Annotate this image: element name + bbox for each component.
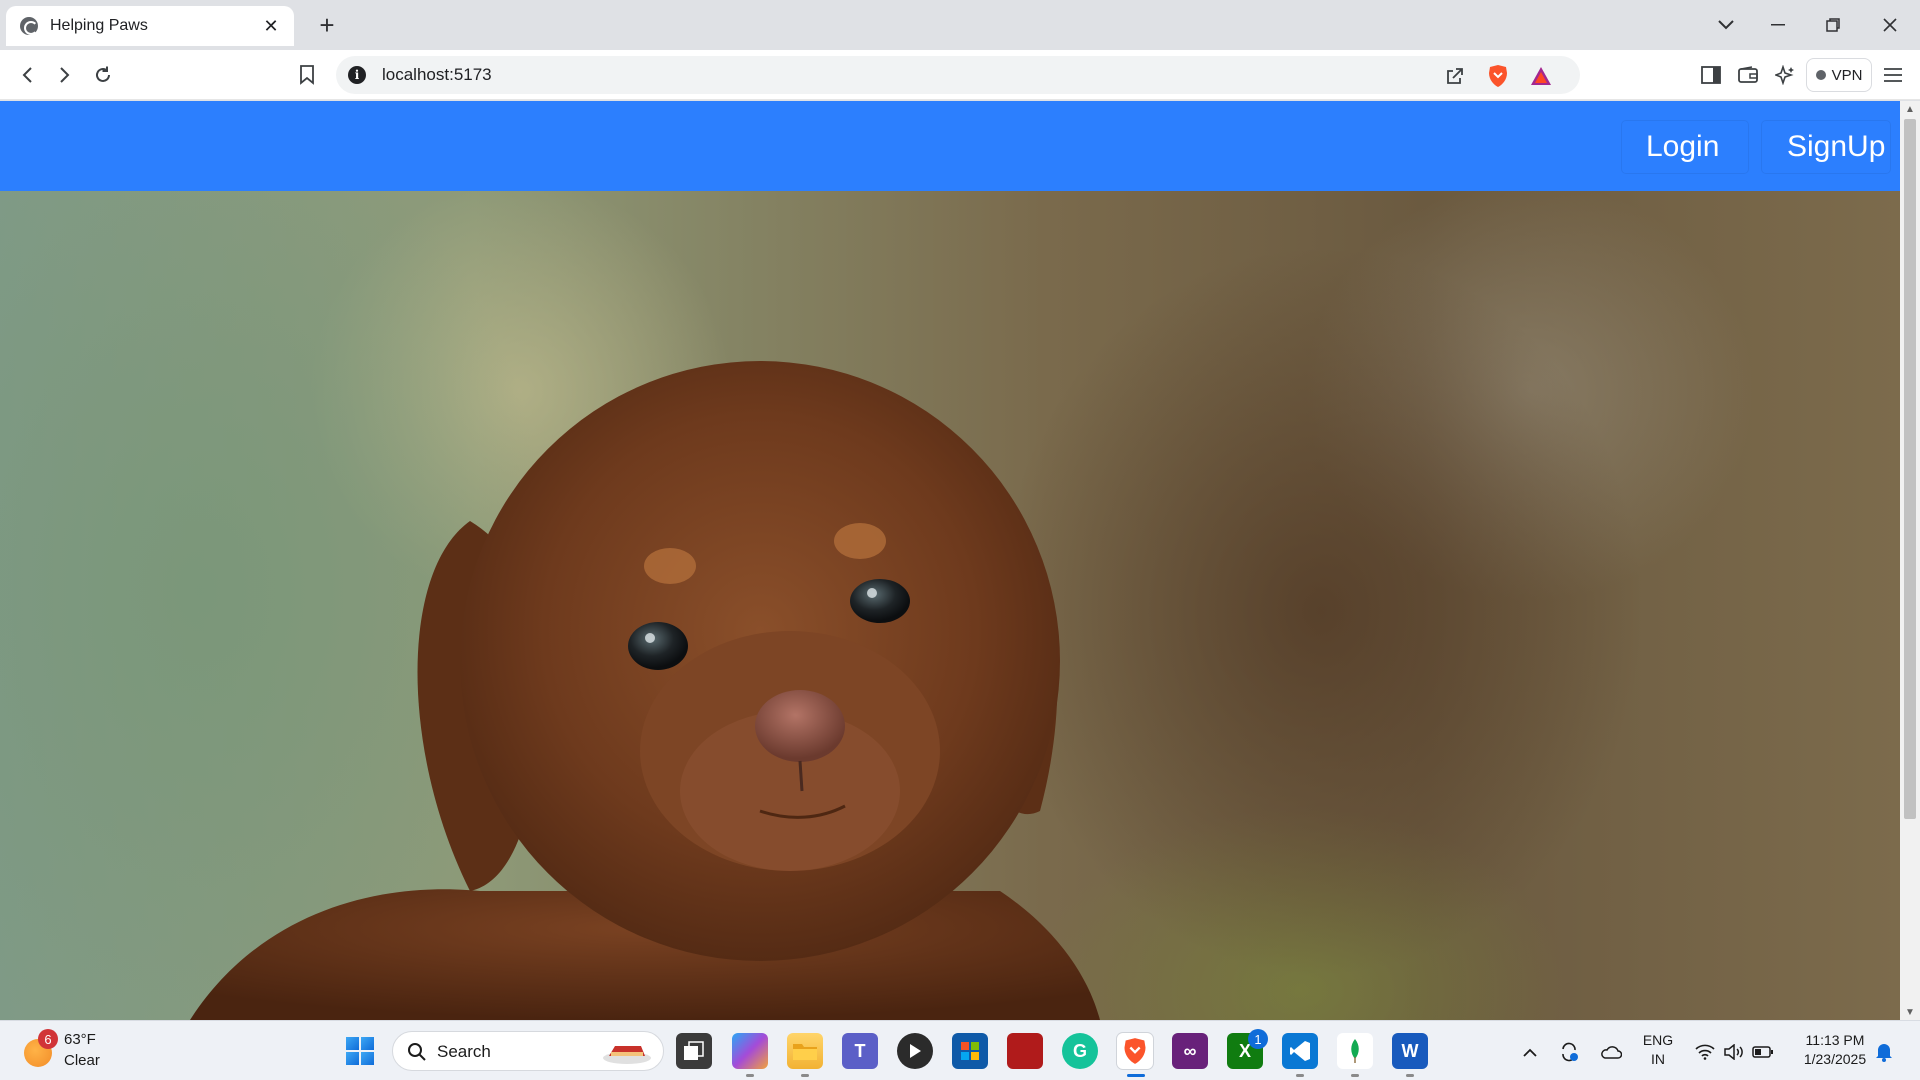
tab-search-chevron-icon[interactable] [1706, 8, 1746, 42]
vpn-status-icon [1815, 70, 1826, 80]
notification-bell-icon[interactable] [1873, 1041, 1895, 1063]
clock-date: 1/23/2025 [1803, 1051, 1867, 1067]
mongodb-indicator [1351, 1074, 1359, 1077]
tab-helping-paws[interactable]: Helping Paws ✕ [6, 6, 294, 46]
task-view-icon[interactable] [676, 1033, 712, 1069]
back-button[interactable] [12, 60, 42, 90]
vscode-icon[interactable] [1282, 1033, 1318, 1069]
brave-rewards-icon[interactable] [1528, 63, 1554, 89]
word-indicator [1406, 1074, 1414, 1077]
teams-icon[interactable]: T [842, 1033, 878, 1069]
grammarly-icon[interactable]: G [1062, 1033, 1098, 1069]
weather-temperature: 63°F [64, 1031, 96, 1048]
show-hidden-icons-chevron-icon[interactable] [1519, 1041, 1541, 1063]
reload-button[interactable] [88, 60, 118, 90]
forward-button[interactable] [50, 60, 80, 90]
app-red-icon[interactable] [1007, 1033, 1043, 1069]
copilot-indicator [746, 1074, 754, 1077]
mongodb-icon[interactable] [1337, 1033, 1373, 1069]
site-navbar: Login SignUp [0, 101, 1900, 191]
bookmark-button[interactable] [292, 60, 322, 90]
close-window-button[interactable] [1870, 8, 1910, 42]
share-icon[interactable] [1442, 63, 1468, 89]
browser-toolbar: i localhost:5173 VPN [0, 50, 1920, 100]
page-scrollbar[interactable]: ▲ ▼ [1900, 101, 1920, 1020]
battery-icon[interactable] [1752, 1041, 1774, 1063]
puppy-photo [190, 361, 1100, 1020]
close-tab-icon[interactable]: ✕ [260, 15, 282, 37]
signup-button[interactable]: SignUp [1762, 121, 1890, 173]
language-code: ENG [1642, 1032, 1674, 1048]
clock-time: 11:13 PM [1805, 1032, 1865, 1048]
volume-icon[interactable] [1723, 1041, 1745, 1063]
tab-title: Helping Paws [50, 17, 148, 34]
visual-studio-icon[interactable]: ∞ [1172, 1033, 1208, 1069]
vscode-indicator [1296, 1074, 1304, 1077]
minimize-button[interactable] [1758, 8, 1798, 42]
microsoft-store-icon[interactable] [952, 1033, 988, 1069]
file-explorer-icon[interactable] [787, 1033, 823, 1069]
address-bar[interactable]: i localhost:5173 [336, 56, 1580, 94]
login-button[interactable]: Login [1622, 121, 1748, 173]
taskbar-search[interactable]: Search [392, 1031, 664, 1071]
sidebar-toggle-icon[interactable] [1696, 60, 1726, 90]
vpn-label: VPN [1831, 66, 1863, 84]
windows-taskbar: 6 63°F Clear Search T G ∞ X 1 W ENG IN 1… [0, 1020, 1920, 1080]
file-explorer-indicator [801, 1074, 809, 1077]
sync-icon[interactable] [1558, 1041, 1580, 1063]
vpn-button[interactable]: VPN [1806, 58, 1872, 92]
scroll-down-arrow-icon[interactable]: ▼ [1900, 1004, 1920, 1020]
search-icon [408, 1043, 426, 1061]
xbox-badge: 1 [1248, 1029, 1268, 1049]
word-icon[interactable]: W [1392, 1033, 1428, 1069]
restore-button[interactable] [1813, 8, 1853, 42]
wallet-icon[interactable] [1733, 60, 1763, 90]
copilot-icon[interactable] [732, 1033, 768, 1069]
brave-indicator [1127, 1074, 1145, 1077]
brave-shields-icon[interactable] [1485, 63, 1511, 89]
new-tab-button[interactable]: + [312, 10, 342, 40]
globe-icon [20, 17, 38, 35]
language-region: IN [1651, 1051, 1665, 1067]
clock[interactable]: 11:13 PM 1/23/2025 [1790, 1032, 1880, 1067]
search-highlight-icon [603, 1046, 651, 1064]
url-text[interactable]: localhost:5173 [382, 65, 492, 85]
scroll-up-arrow-icon[interactable]: ▲ [1900, 101, 1920, 117]
scrollbar-thumb[interactable] [1904, 119, 1916, 819]
search-label: Search [437, 1042, 491, 1061]
menu-icon[interactable] [1878, 60, 1908, 90]
leo-ai-icon[interactable] [1770, 60, 1800, 90]
weather-condition: Clear [64, 1052, 100, 1069]
hero-image [0, 191, 1900, 1020]
page-viewport: Login SignUp [0, 101, 1900, 1020]
tab-strip: Helping Paws ✕ + [0, 0, 1920, 50]
brave-browser-icon[interactable] [1117, 1033, 1153, 1069]
site-info-icon[interactable]: i [348, 66, 366, 84]
wifi-icon[interactable] [1694, 1041, 1716, 1063]
start-button[interactable] [346, 1037, 374, 1065]
weather-badge: 6 [38, 1029, 58, 1049]
language-indicator[interactable]: ENG IN [1640, 1032, 1676, 1067]
onedrive-cloud-icon[interactable] [1600, 1041, 1622, 1063]
media-player-icon[interactable] [897, 1033, 933, 1069]
